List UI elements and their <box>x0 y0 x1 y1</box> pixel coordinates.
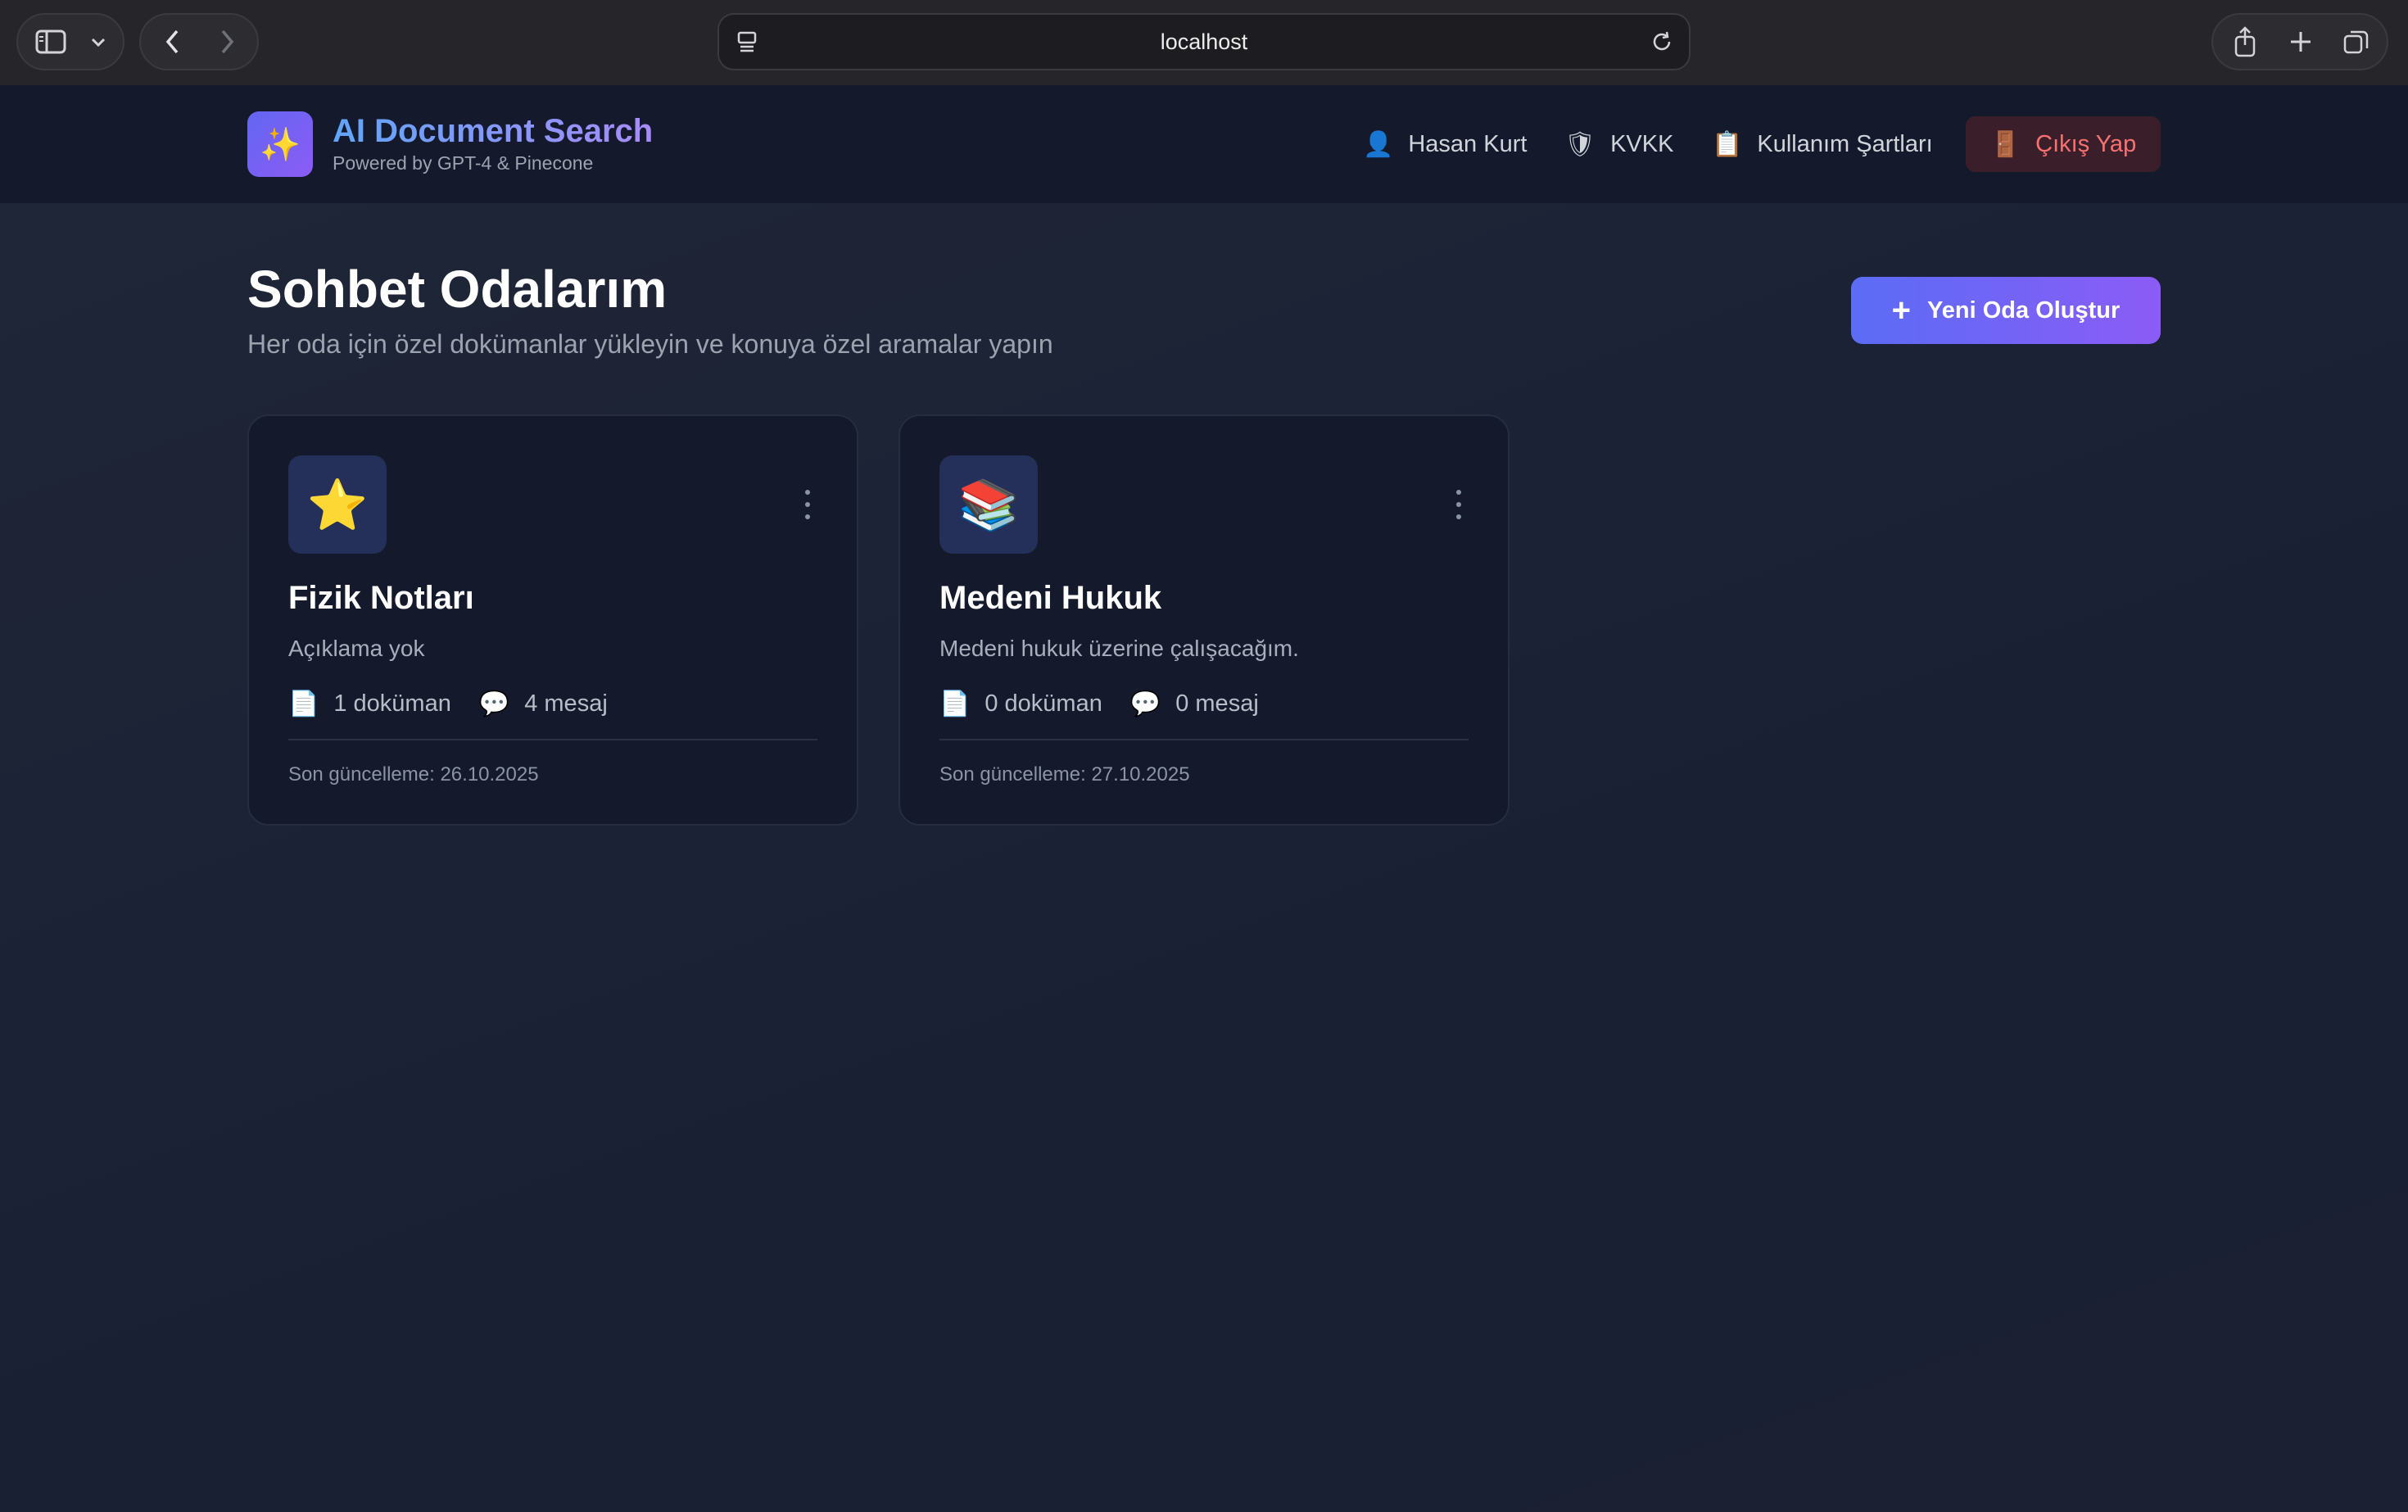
document-icon: 📄 <box>288 690 319 718</box>
nav-terms-label: Kullanım Şartları <box>1757 130 1933 157</box>
room-description: Medeni hukuk üzerine çalışacağım. <box>939 636 1299 661</box>
room-stats: 📄 1 doküman 💬 4 mesaj <box>288 690 636 718</box>
card-divider <box>939 739 1469 740</box>
logo-sparkles-icon[interactable]: ✨ <box>247 111 313 177</box>
app-title[interactable]: AI Document Search <box>333 113 653 150</box>
browser-toolbar: localhost <box>0 0 2408 86</box>
nav-user-label: Hasan Kurt <box>1408 130 1528 157</box>
more-vertical-icon[interactable] <box>1455 490 1462 519</box>
app-header: ✨ AI Document Search Powered by GPT-4 & … <box>0 85 2408 205</box>
plus-icon: + <box>1891 292 1912 328</box>
message-count-label: 4 mesaj <box>524 690 608 717</box>
nav-kvkk[interactable]: 🛡 KVKK <box>1564 128 1673 161</box>
document-count-label: 1 doküman <box>333 690 451 717</box>
document-count: 📄 0 doküman <box>939 690 1102 718</box>
room-card[interactable]: ⭐ Fizik Notları Açıklama yok 📄 1 doküman… <box>247 414 858 826</box>
sidebar-icon[interactable] <box>31 15 70 69</box>
nav-terms[interactable]: 📋 Kullanım Şartları <box>1712 128 1933 161</box>
clipboard-icon: 📋 <box>1712 130 1743 158</box>
page-subtitle: Her oda için özel dokümanlar yükleyin ve… <box>247 329 1053 359</box>
message-count: 💬 4 mesaj <box>479 690 608 718</box>
last-updated: Son güncelleme: 26.10.2025 <box>288 763 539 785</box>
new-room-label: Yeni Oda Oluştur <box>1927 297 2121 324</box>
logout-label: Çıkış Yap <box>2035 130 2137 157</box>
page-title: Sohbet Odalarım <box>247 260 668 319</box>
document-icon: 📄 <box>939 690 971 718</box>
chevron-down-icon[interactable] <box>82 15 115 69</box>
shield-icon: 🛡 <box>1564 130 1596 158</box>
history-nav-group <box>139 13 259 70</box>
plus-icon[interactable] <box>2280 15 2321 69</box>
room-description: Açıklama yok <box>288 636 425 661</box>
nav-kvkk-label: KVKK <box>1610 130 1674 157</box>
tabs-icon[interactable] <box>2336 15 2377 69</box>
room-stats: 📄 0 doküman 💬 0 mesaj <box>939 690 1287 718</box>
card-divider <box>288 739 817 740</box>
last-updated: Son güncelleme: 27.10.2025 <box>939 763 1190 785</box>
sidebar-toggle-group <box>16 13 124 70</box>
books-icon: 📚 <box>939 455 1038 554</box>
address-bar[interactable]: localhost <box>717 13 1691 70</box>
share-icon[interactable] <box>2225 15 2265 69</box>
back-icon[interactable] <box>152 15 193 69</box>
room-name: Medeni Hukuk <box>939 580 1162 616</box>
logout-button[interactable]: 🚪 Çıkış Yap <box>1966 116 2161 172</box>
speech-bubble-icon: 💬 <box>478 690 510 718</box>
door-icon: 🚪 <box>1989 130 2021 158</box>
speech-bubble-icon: 💬 <box>1129 690 1161 718</box>
room-name: Fizik Notları <box>288 580 474 616</box>
room-card[interactable]: 📚 Medeni Hukuk Medeni hukuk üzerine çalı… <box>898 414 1510 826</box>
message-count: 💬 0 mesaj <box>1130 690 1259 718</box>
more-vertical-icon[interactable] <box>804 490 811 519</box>
document-count: 📄 1 doküman <box>288 690 451 718</box>
document-count-label: 0 doküman <box>984 690 1102 717</box>
url-text: localhost <box>1160 29 1248 54</box>
window-actions-group <box>2211 13 2388 70</box>
main-content <box>0 203 2408 1512</box>
app-subtitle: Powered by GPT-4 & Pinecone <box>333 152 594 174</box>
message-count-label: 0 mesaj <box>1175 690 1259 717</box>
new-room-button[interactable]: + Yeni Oda Oluştur <box>1851 277 2161 344</box>
user-icon: 👤 <box>1363 130 1394 158</box>
reload-icon[interactable] <box>1650 29 1674 58</box>
forward-icon[interactable] <box>206 15 247 69</box>
star-icon: ⭐ <box>288 455 387 554</box>
nav-user-profile[interactable]: 👤 Hasan Kurt <box>1363 128 1527 161</box>
